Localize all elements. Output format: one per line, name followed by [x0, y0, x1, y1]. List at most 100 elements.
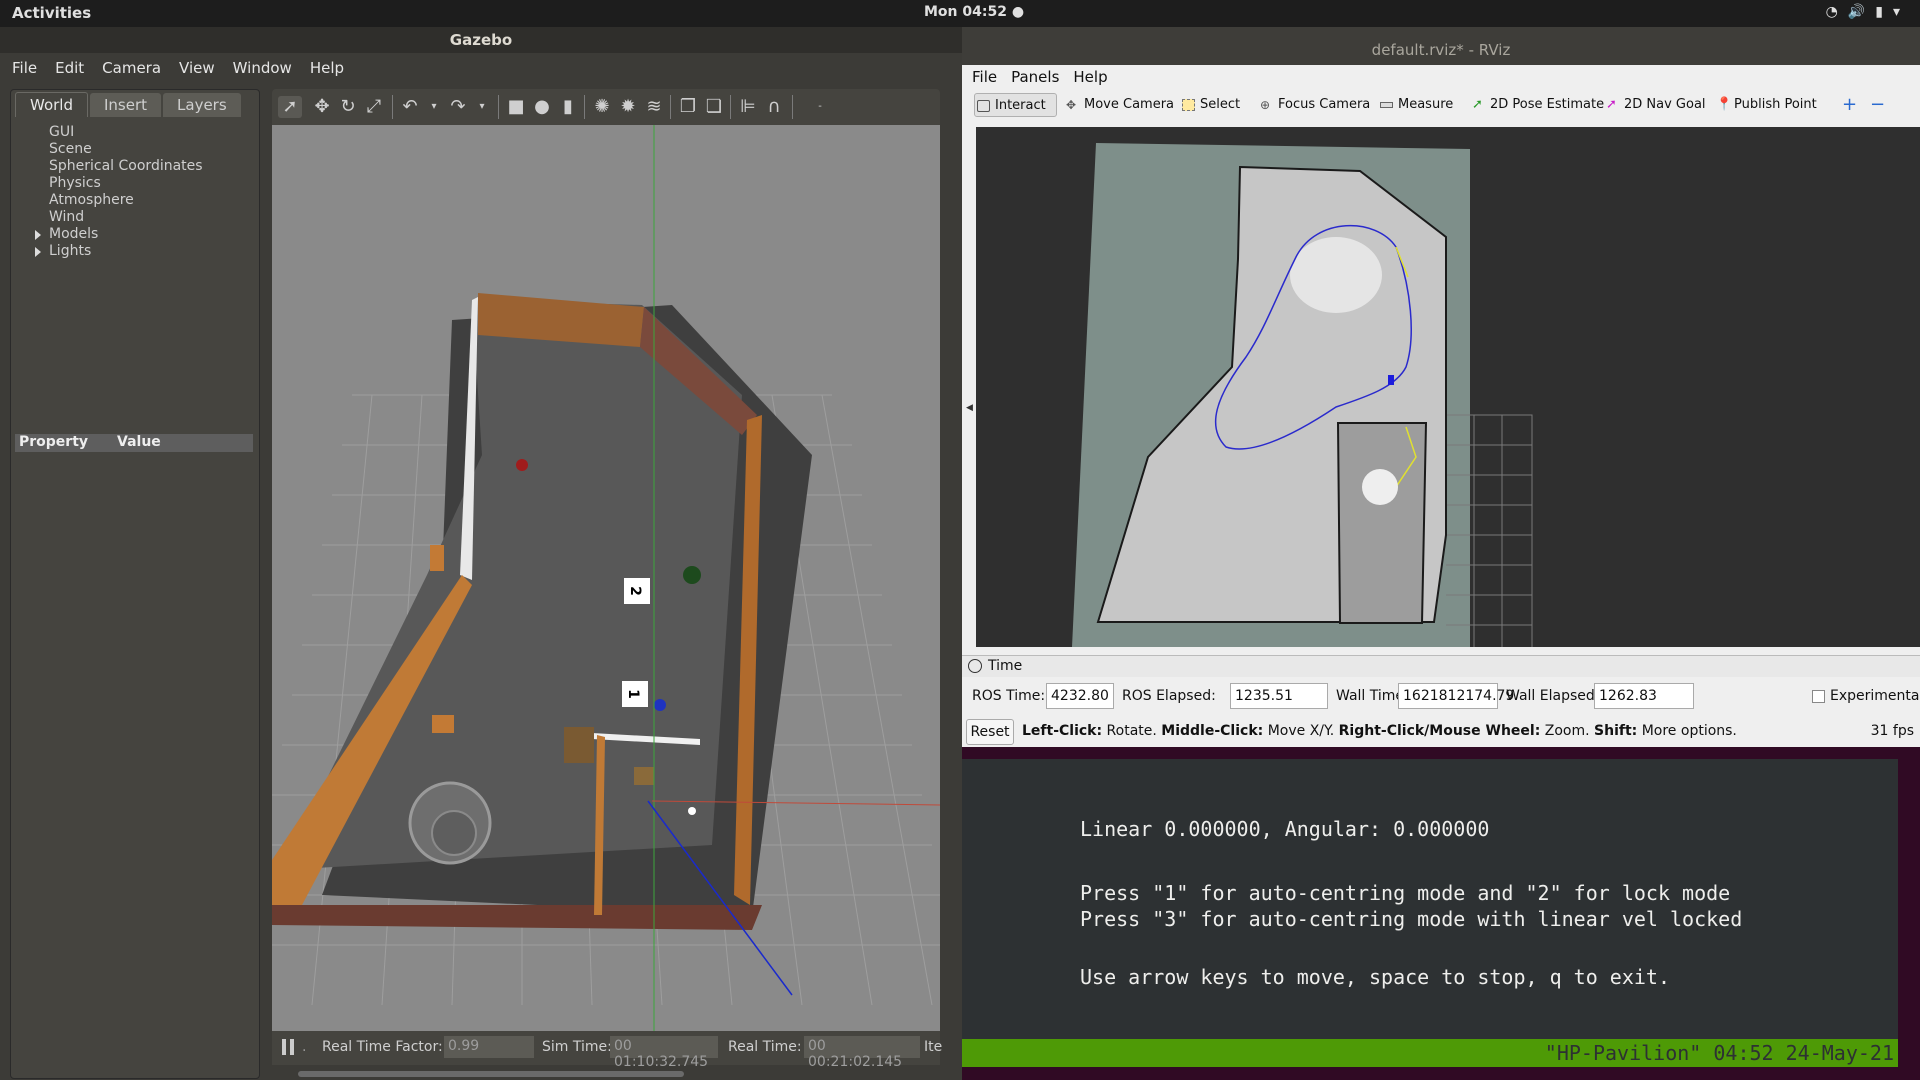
redo-icon[interactable]: ↷	[446, 96, 470, 118]
rtf-label: Real Time Factor:	[322, 1039, 443, 1055]
robot-pose-marker	[1388, 375, 1394, 385]
world-panel: World Insert Layers GUI Scene Spherical Co…	[10, 89, 260, 1079]
tree-item-spherical-coordinates[interactable]: Spherical Coordinates	[31, 158, 203, 175]
menu-panels[interactable]: Panels	[1011, 65, 1059, 89]
tool-focus-camera[interactable]: ⊕ Focus Camera	[1258, 93, 1370, 117]
rviz-toolbar: Interact ✥ Move Camera Select ⊕ Focus Came…	[962, 89, 1920, 121]
menu-camera[interactable]: Camera	[102, 53, 161, 83]
point-light-icon[interactable]: ✺	[590, 96, 614, 118]
red-object	[516, 459, 528, 471]
tool-measure[interactable]: Measure	[1378, 93, 1453, 117]
chevron-down-icon: ▾	[1892, 4, 1910, 20]
clock[interactable]: Mon 04:52 ●	[924, 4, 1024, 20]
undo-icon[interactable]: ↶	[398, 96, 422, 118]
ros-elapsed-label: ROS Elapsed:	[1122, 688, 1216, 704]
box-1-label: 1	[625, 689, 641, 699]
value-column: Value	[117, 434, 161, 450]
experimental-label: Experimental	[1830, 688, 1920, 704]
scale-icon[interactable]: ⤢	[362, 96, 386, 118]
terminal-window[interactable]: Linear 0.000000, Angular: 0.000000 Press…	[962, 747, 1920, 1080]
tree-item-gui[interactable]: GUI	[31, 124, 203, 141]
sim-time-label: Sim Time:	[542, 1039, 612, 1055]
wall-elapsed-field[interactable]: 1262.83	[1594, 683, 1694, 709]
rtf-value: 0.99	[444, 1036, 534, 1058]
gazebo-status-bar: . Real Time Factor: 0.99 Sim Time: 00 01…	[272, 1031, 943, 1070]
tree-item-scene[interactable]: Scene	[31, 141, 203, 158]
spot-light-icon[interactable]: ✹	[616, 96, 640, 118]
menu-edit[interactable]: Edit	[55, 53, 84, 83]
reset-button[interactable]: Reset	[966, 719, 1014, 745]
copy-icon[interactable]: ❐	[676, 96, 700, 118]
clock-icon	[968, 659, 982, 673]
tool-interact[interactable]: Interact	[974, 93, 1057, 117]
sphere-shape-icon[interactable]: ●	[530, 96, 554, 118]
small-box	[432, 715, 454, 733]
minus-icon: −	[1870, 94, 1886, 115]
tab-layers[interactable]: Layers	[163, 93, 241, 117]
gazebo-3d-viewport[interactable]: 2 1	[272, 125, 940, 1031]
tool-publish-point[interactable]: 📍 Publish Point	[1714, 93, 1817, 117]
tool-2d-nav-goal[interactable]: ➚ 2D Nav Goal	[1604, 93, 1706, 117]
property-column: Property	[19, 434, 89, 450]
move-icon: ✥	[1066, 98, 1077, 112]
time-panel-title: Time	[988, 658, 1023, 674]
redo-dropdown-icon[interactable]: ▾	[470, 96, 494, 118]
menu-window[interactable]: Window	[233, 53, 292, 83]
real-time-label: Real Time:	[728, 1039, 802, 1055]
tree-item-wind[interactable]: Wind	[31, 209, 203, 226]
menu-help[interactable]: Help	[1073, 65, 1107, 89]
hand-pointer-icon	[977, 100, 990, 112]
menu-view[interactable]: View	[179, 53, 215, 83]
snap-magnet-icon[interactable]: ∩	[762, 96, 786, 118]
sim-time-value: 00 01:10:32.745	[610, 1036, 718, 1070]
more-icon[interactable]: -	[808, 96, 832, 118]
plus-icon: +	[1842, 94, 1858, 115]
wooden-box	[564, 727, 594, 763]
wall-time-field[interactable]: 1621812174.79	[1398, 683, 1514, 709]
tool-2d-pose-estimate[interactable]: ➚ 2D Pose Estimate	[1470, 93, 1604, 117]
gazebo-window: Gazebo File Edit Camera View Window Help Worl…	[0, 27, 962, 1080]
ros-time-field[interactable]: 4232.80	[1046, 683, 1114, 709]
align-icon[interactable]: ⊫	[736, 96, 760, 118]
select-arrow-icon[interactable]: ➚	[278, 96, 302, 118]
rotate-icon[interactable]: ↻	[336, 96, 360, 118]
cylinder-object	[430, 545, 444, 571]
rviz-menubar: File Panels Help	[962, 65, 1920, 89]
undo-dropdown-icon[interactable]: ▾	[422, 96, 446, 118]
menu-file[interactable]: File	[972, 65, 997, 89]
rviz-3d-view[interactable]	[976, 127, 1920, 647]
activities-button[interactable]: Activities	[12, 4, 91, 22]
terminal-line-mode-1: Press "1" for auto-centring mode and "2"…	[1080, 881, 1731, 905]
paste-icon[interactable]: ❏	[702, 96, 726, 118]
cylinder-shape-icon[interactable]: ▮	[556, 96, 580, 118]
gazebo-toolbar: ➚ ✥ ↻ ⤢ ↶ ▾ ↷ ▾ ■ ● ▮ ✺ ✹ ≋ ❐ ❏ ⊫ ∩ -	[272, 89, 940, 125]
tree-item-physics[interactable]: Physics	[31, 175, 203, 192]
collapse-left-panel[interactable]: ◀	[962, 121, 976, 655]
menu-help[interactable]: Help	[310, 53, 344, 83]
tab-world[interactable]: World	[15, 92, 88, 117]
tool-select[interactable]: Select	[1180, 93, 1240, 117]
system-tray[interactable]: ◔🔊▮▾	[1826, 4, 1910, 20]
remove-tool-button[interactable]: −	[1870, 93, 1885, 117]
tree-item-atmosphere[interactable]: Atmosphere	[31, 192, 203, 209]
experimental-checkbox[interactable]	[1812, 690, 1825, 703]
add-tool-button[interactable]: +	[1842, 93, 1857, 117]
crosshair-icon: ⊕	[1260, 98, 1271, 112]
directional-light-icon[interactable]: ≋	[642, 96, 666, 118]
tree-item-lights[interactable]: Lights	[31, 243, 203, 260]
translate-icon[interactable]: ✥	[310, 96, 334, 118]
magenta-arrow-icon: ➚	[1606, 97, 1617, 112]
tool-move-camera[interactable]: ✥ Move Camera	[1064, 93, 1174, 117]
chevron-left-icon: ◀	[966, 403, 973, 413]
menu-file[interactable]: File	[12, 53, 37, 83]
pause-icon[interactable]	[282, 1039, 294, 1055]
tree-item-models[interactable]: Models	[31, 226, 203, 243]
tab-insert[interactable]: Insert	[90, 93, 162, 117]
box-shape-icon[interactable]: ■	[504, 96, 528, 118]
horizontal-scrollbar[interactable]	[298, 1071, 684, 1077]
map-round-table	[1362, 469, 1398, 505]
iterations-label: Ite	[924, 1039, 943, 1055]
fps-counter: 31 fps	[1870, 723, 1914, 739]
terminal-line-velocity: Linear 0.000000, Angular: 0.000000	[1080, 817, 1490, 841]
ros-elapsed-field[interactable]: 1235.51	[1230, 683, 1328, 709]
